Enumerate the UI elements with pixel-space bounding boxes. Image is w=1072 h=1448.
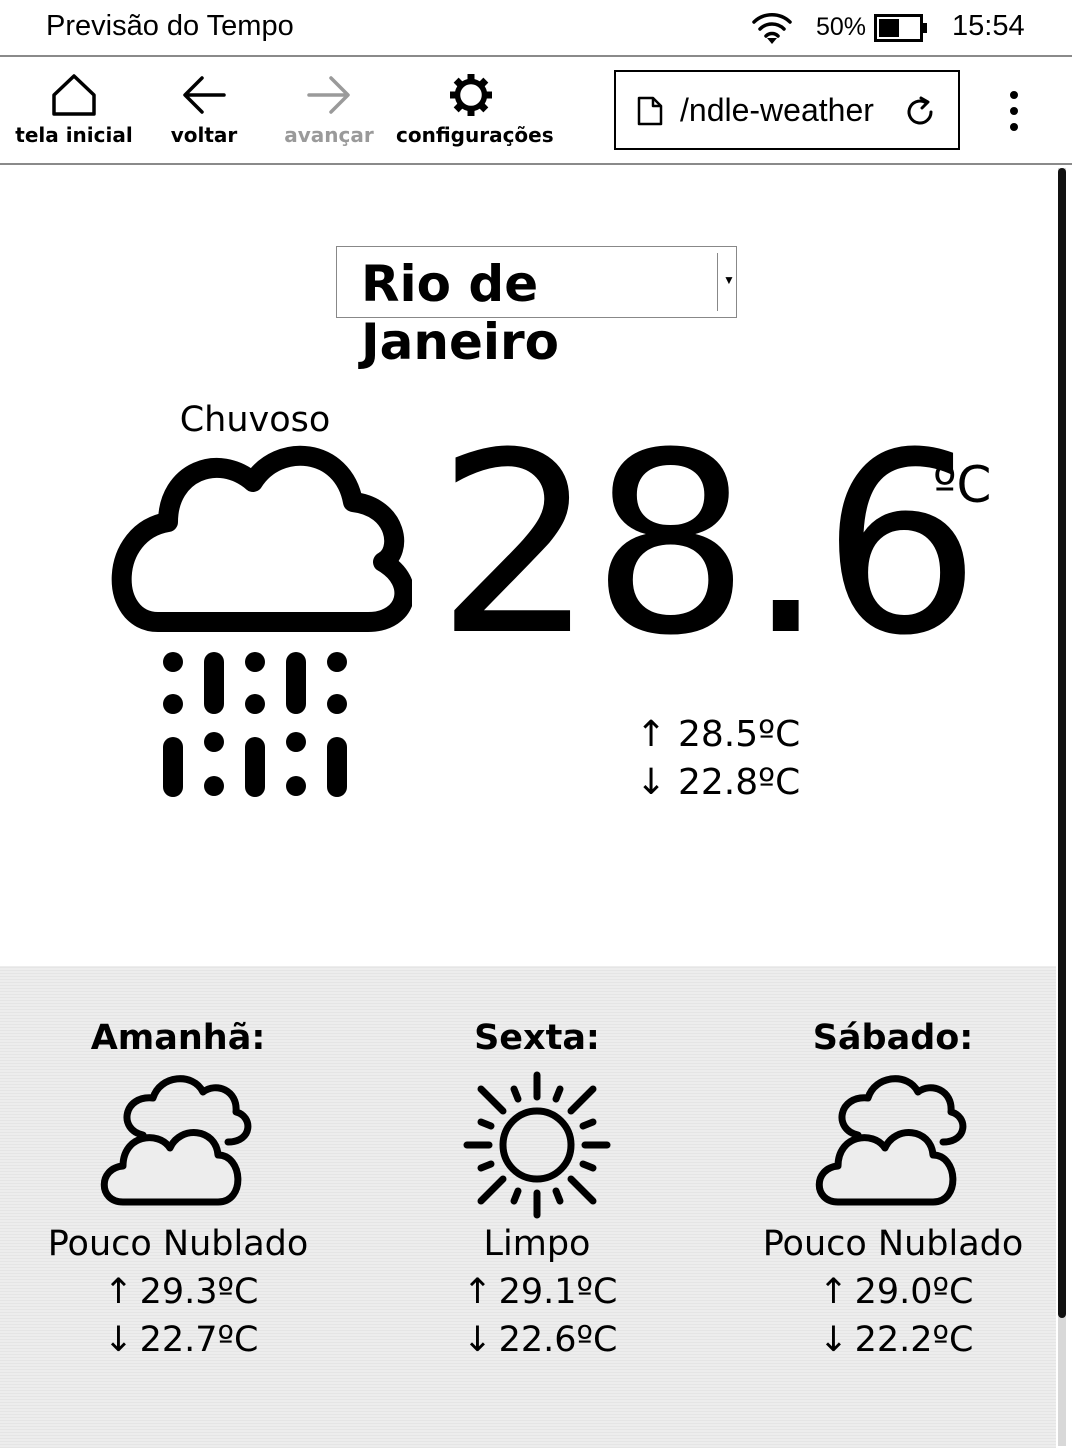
forecast-high: ↑ 29.0ºC xyxy=(733,1272,1053,1312)
arrow-up-icon: ↑ xyxy=(103,1272,134,1312)
arrow-down-icon: ↓ xyxy=(636,762,667,803)
scrollbar-thumb[interactable] xyxy=(1058,168,1066,1318)
arrow-up-icon: ↑ xyxy=(818,1272,849,1312)
battery-percent: 50% xyxy=(816,13,867,41)
forecast-low: ↓ 22.2ºC xyxy=(733,1320,1053,1360)
forecast-condition: Pouco Nublado xyxy=(762,1224,1024,1264)
forecast-high-value: 29.1ºC xyxy=(498,1272,618,1312)
forecast-day-card: Amanhã: Pouco Nublado ↑ 29.3ºC ↓ 22.7ºC xyxy=(18,966,338,1448)
partly-cloudy-icon xyxy=(815,1075,967,1206)
arrow-up-icon: ↑ xyxy=(462,1272,493,1312)
forecast-low-value: 22.2ºC xyxy=(854,1320,974,1360)
sun-icon xyxy=(463,1071,611,1219)
arrow-down-icon: ↓ xyxy=(103,1320,134,1360)
forecast-high-value: 29.0ºC xyxy=(854,1272,974,1312)
current-high: ↑ 28.5ºC xyxy=(636,714,800,755)
browser-toolbar: tela inicial voltar avançar configuraçõe… xyxy=(0,57,1072,165)
forecast-day-label: Sexta: xyxy=(474,1018,600,1058)
city-select[interactable]: Rio de Janeiro ▼ xyxy=(336,246,737,371)
clock: 15:54 xyxy=(952,10,1025,42)
home-button[interactable]: tela inicial xyxy=(12,57,136,163)
city-select-value: Rio de Janeiro xyxy=(361,255,559,371)
home-label: tela inicial xyxy=(15,123,133,147)
rain-cloud-icon xyxy=(111,445,412,797)
forecast-condition: Limpo xyxy=(483,1224,591,1264)
battery-fill xyxy=(879,19,899,37)
forward-button[interactable]: avançar xyxy=(280,57,378,163)
status-bar: Previsão do Tempo 50% 15:54 xyxy=(0,0,1072,57)
forecast-high: ↑ 29.1ºC xyxy=(377,1272,697,1312)
forward-label: avançar xyxy=(284,123,374,147)
forecast-panel: Amanhã: Pouco Nublado ↑ 29.3ºC ↓ 22.7ºC Se… xyxy=(0,966,1056,1448)
current-temperature: 28.6 xyxy=(436,399,981,690)
arrow-up-icon: ↑ xyxy=(636,714,667,755)
forecast-high: ↑ 29.3ºC xyxy=(18,1272,338,1312)
current-low-value: 22.8ºC xyxy=(678,762,801,803)
dropdown-caret-icon: ▼ xyxy=(723,273,735,287)
arrow-down-icon: ↓ xyxy=(462,1320,493,1360)
url-text[interactable]: ndle-weather/ xyxy=(680,92,900,129)
back-button[interactable]: voltar xyxy=(150,57,258,163)
arrow-right-icon xyxy=(307,76,350,114)
wifi-icon xyxy=(752,13,792,44)
forecast-condition: Pouco Nublado xyxy=(47,1224,309,1264)
settings-button[interactable]: configurações xyxy=(396,57,554,163)
app-title: Previsão do Tempo xyxy=(46,10,294,42)
partly-cloudy-icon xyxy=(100,1075,252,1206)
more-menu-icon[interactable] xyxy=(1000,87,1028,135)
forecast-low-value: 22.7ºC xyxy=(139,1320,259,1360)
url-bar[interactable]: ndle-weather/ xyxy=(614,70,960,150)
settings-label: configurações xyxy=(396,123,554,147)
page-icon xyxy=(637,96,663,126)
forecast-day-card: Sexta: Limpo ↑ 29.1ºC ↓ 22.6ºC xyxy=(377,966,697,1448)
arrow-left-icon xyxy=(183,76,226,114)
forecast-day-card: Sábado: Pouco Nublado ↑ 29.0ºC ↓ 22.2ºC xyxy=(733,966,1053,1448)
forecast-high-value: 29.3ºC xyxy=(139,1272,259,1312)
forecast-low: ↓ 22.7ºC xyxy=(18,1320,338,1360)
forecast-day-label: Sábado: xyxy=(812,1018,974,1058)
temperature-unit: ºC xyxy=(933,456,992,514)
forecast-low-value: 22.6ºC xyxy=(498,1320,618,1360)
gear-icon xyxy=(450,74,492,116)
forecast-day-label: Amanhã: xyxy=(90,1018,266,1058)
weather-app-screen: Previsão do Tempo 50% 15:54 tela inicial xyxy=(0,0,1072,1448)
select-divider xyxy=(717,253,718,311)
forecast-low: ↓ 22.6ºC xyxy=(377,1320,697,1360)
back-label: voltar xyxy=(170,123,238,147)
current-condition: Chuvoso xyxy=(179,400,331,440)
arrow-down-icon: ↓ xyxy=(818,1320,849,1360)
reload-icon[interactable] xyxy=(904,96,936,128)
current-low: ↓ 22.8ºC xyxy=(636,762,800,803)
current-high-value: 28.5ºC xyxy=(678,714,801,755)
home-icon xyxy=(52,74,96,116)
battery-icon xyxy=(874,14,927,42)
